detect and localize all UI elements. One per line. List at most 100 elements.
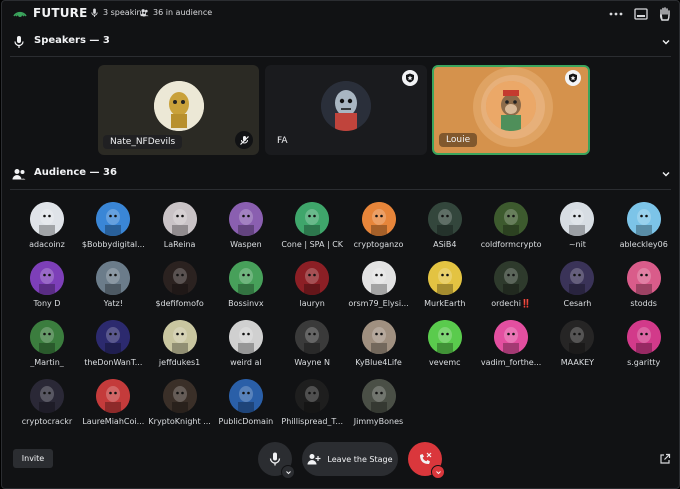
audience-member[interactable]: Wayne N (279, 320, 345, 378)
audience-member-name: LaReina (163, 240, 196, 249)
audience-member[interactable]: lauryn (279, 261, 345, 319)
audience-member-name: Wayne N (294, 358, 330, 367)
people-icon (12, 169, 26, 180)
audience-avatar (361, 320, 396, 354)
audience-member[interactable]: $Bobbydigital... (80, 202, 146, 260)
audience-avatar (361, 261, 396, 295)
more-options-icon[interactable] (608, 6, 624, 22)
audience-member[interactable]: adacoinz (14, 202, 80, 260)
audience-member[interactable]: JimmyBones (346, 379, 412, 437)
audience-member[interactable]: LaureMiahCoi... (80, 379, 146, 437)
muted-microphone-icon (239, 135, 249, 145)
audience-member[interactable]: Cesarh (544, 261, 610, 319)
audience-member[interactable]: weird al (213, 320, 279, 378)
audience-member[interactable]: Waspen (213, 202, 279, 260)
audience-avatar (228, 379, 263, 413)
audience-member[interactable]: ASiB4 (412, 202, 478, 260)
audience-section-header[interactable]: Audience — 36 (2, 163, 679, 185)
audience-member[interactable]: KyBlue4Life (346, 320, 412, 378)
audience-member-name: lauryn (299, 299, 325, 308)
audience-avatar (228, 202, 263, 236)
audience-member[interactable]: KryptoKnight ... (147, 379, 213, 437)
audience-avatar (96, 379, 131, 413)
request-to-speak-hand-icon[interactable] (657, 6, 673, 22)
audience-member-name: Cone | SPA | CK (281, 240, 344, 249)
speaker-avatar (153, 81, 204, 131)
audience-member-name: stodds (630, 299, 657, 308)
chevron-down-icon (435, 470, 441, 474)
invite-button[interactable]: Invite (13, 449, 53, 468)
audience-member[interactable]: jeffdukes1 (147, 320, 213, 378)
microphone-options-toggle[interactable] (281, 465, 295, 479)
audience-member[interactable]: Bossinvx (213, 261, 279, 319)
audience-member[interactable]: LaReina (147, 202, 213, 260)
audience-member[interactable]: vevemc (412, 320, 478, 378)
audience-avatar (427, 261, 462, 295)
audience-member-name: cryptocrackr (21, 417, 73, 426)
speakers-section-header[interactable]: Speakers — 3 (2, 31, 679, 53)
audience-member[interactable]: ableckley06 (611, 202, 677, 260)
audience-avatar (361, 379, 396, 413)
audience-member[interactable]: ~nit (544, 202, 610, 260)
speakers-title: Speakers — 3 (34, 35, 110, 46)
audience-avatar (295, 261, 330, 295)
speaker-name: Nate_NFDevils (103, 135, 183, 149)
audience-member-name: $Bobbydigital... (81, 240, 145, 249)
audience-member-name: adacoinz (29, 240, 65, 249)
speaking-count: 3 speaking (90, 8, 147, 17)
audience-member[interactable]: Cone | SPA | CK (279, 202, 345, 260)
speaker-tile[interactable]: FA (265, 65, 427, 155)
audience-member[interactable]: MurkEarth (412, 261, 478, 319)
audience-member[interactable]: Tony D (14, 261, 80, 319)
chevron-down-icon[interactable] (661, 169, 671, 179)
popout-window-icon[interactable] (633, 6, 649, 22)
audience-member[interactable]: MAAKEY (544, 320, 610, 378)
disconnect-button[interactable] (408, 442, 445, 479)
audience-member-name: ASiB4 (433, 240, 457, 249)
audience-member[interactable]: coldformcrypto (478, 202, 544, 260)
moderator-badge (565, 70, 581, 86)
audience-member-name: ableckley06 (619, 240, 668, 249)
audience-member[interactable]: ordechi‼️ (478, 261, 544, 319)
audience-member[interactable]: theDonWanT... (80, 320, 146, 378)
speaker-tile-active[interactable]: Louie (432, 65, 590, 155)
audience-member[interactable]: _Martin_ (14, 320, 80, 378)
audience-member-name: ordechi‼️ (491, 299, 531, 308)
audience-avatar (626, 320, 661, 354)
audience-member-name: Phillispread_T... (281, 417, 343, 426)
audience-member-name: jeffdukes1 (158, 358, 201, 367)
audience-member-name: LaureMiahCoi... (82, 417, 145, 426)
audience-avatar (560, 320, 595, 354)
audience-member[interactable]: PublicDomain (213, 379, 279, 437)
audience-member-name: KyBlue4Life (355, 358, 402, 367)
audience-member-name: Bossinvx (228, 299, 264, 308)
microphone-button[interactable] (258, 442, 295, 479)
audience-avatar (162, 320, 197, 354)
audience-avatar (626, 261, 661, 295)
audience-member[interactable]: $defifomofo (147, 261, 213, 319)
speaker-muted-indicator (235, 131, 253, 149)
speaker-avatar (321, 81, 371, 131)
audience-member[interactable]: Yatz! (80, 261, 146, 319)
speaker-tile[interactable]: Nate_NFDevils (98, 65, 259, 155)
divider (10, 56, 671, 57)
audience-member-name: $defifomofo (155, 299, 204, 308)
divider (10, 189, 671, 190)
audience-member[interactable]: cryptocrackr (14, 379, 80, 437)
audience-member[interactable]: vadim_forthe... (478, 320, 544, 378)
audience-member[interactable]: Phillispread_T... (279, 379, 345, 437)
audience-member[interactable]: orsm79_Elysi... (346, 261, 412, 319)
audience-member[interactable]: cryptoganzo (346, 202, 412, 260)
leave-stage-button[interactable]: Leave the Stage (302, 442, 398, 476)
audience-avatar (494, 320, 529, 354)
channel-name: FUTURE (33, 6, 88, 20)
top-bar: FUTURE 3 speaking 36 in audience (2, 1, 679, 27)
disconnect-options-toggle[interactable] (431, 465, 445, 479)
audience-avatar (96, 261, 131, 295)
chevron-down-icon[interactable] (661, 37, 671, 47)
stage-window: FUTURE 3 speaking 36 in audience Speaker… (1, 0, 680, 489)
speaker-avatar (486, 81, 536, 131)
audience-member[interactable]: s.garitty (611, 320, 677, 378)
external-link-icon[interactable] (659, 453, 671, 465)
audience-member[interactable]: stodds (611, 261, 677, 319)
